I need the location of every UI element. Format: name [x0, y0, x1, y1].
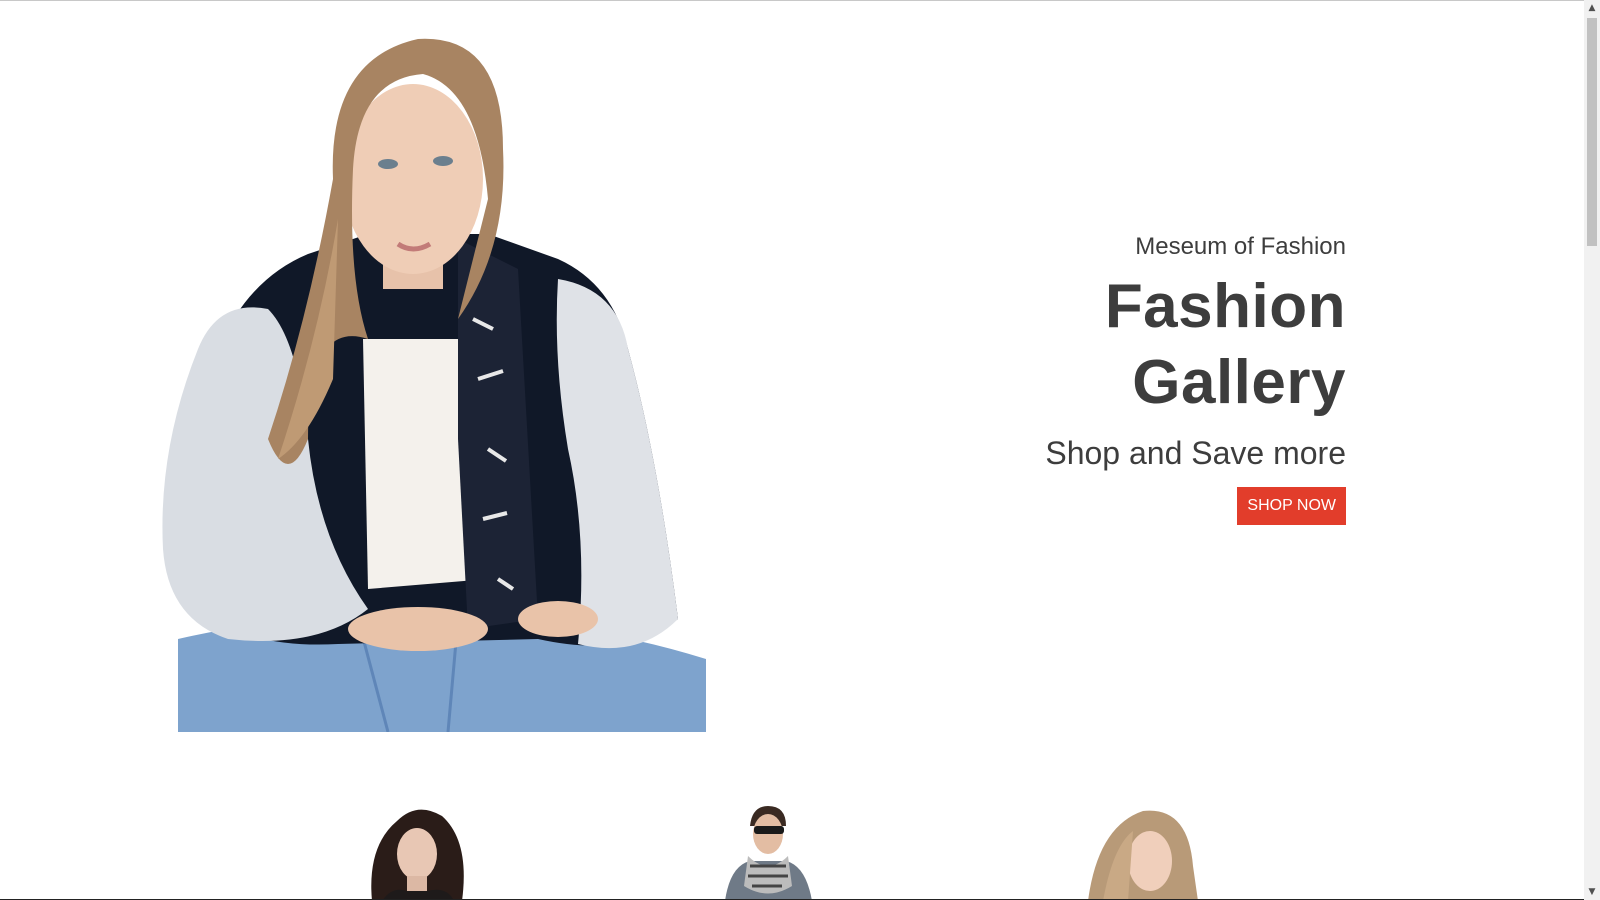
product-thumbnail-1[interactable]: [362, 806, 472, 900]
shop-now-button[interactable]: SHOP NOW: [1237, 487, 1346, 525]
hero-model-image: [158, 19, 720, 733]
hero-text-block: Meseum of Fashion Fashion Gallery Shop a…: [926, 233, 1346, 525]
hero-subtitle: Shop and Save more: [1045, 435, 1346, 471]
scroll-down-arrow-icon[interactable]: ▼: [1584, 884, 1600, 900]
hero-title: Fashion Gallery: [926, 269, 1346, 421]
product-thumbnail-3[interactable]: [1088, 806, 1206, 900]
scroll-up-arrow-icon[interactable]: ▲: [1584, 0, 1600, 16]
page-viewport: Meseum of Fashion Fashion Gallery Shop a…: [0, 0, 1584, 900]
hero-title-line1: Fashion: [1104, 272, 1346, 341]
hero-title-line2: Gallery: [1132, 348, 1346, 417]
vertical-scrollbar[interactable]: ▲ ▼: [1584, 0, 1600, 900]
product-thumbnail-2[interactable]: [720, 806, 816, 900]
hero-kicker: Meseum of Fashion: [1135, 233, 1346, 260]
scrollbar-thumb[interactable]: [1587, 18, 1597, 246]
